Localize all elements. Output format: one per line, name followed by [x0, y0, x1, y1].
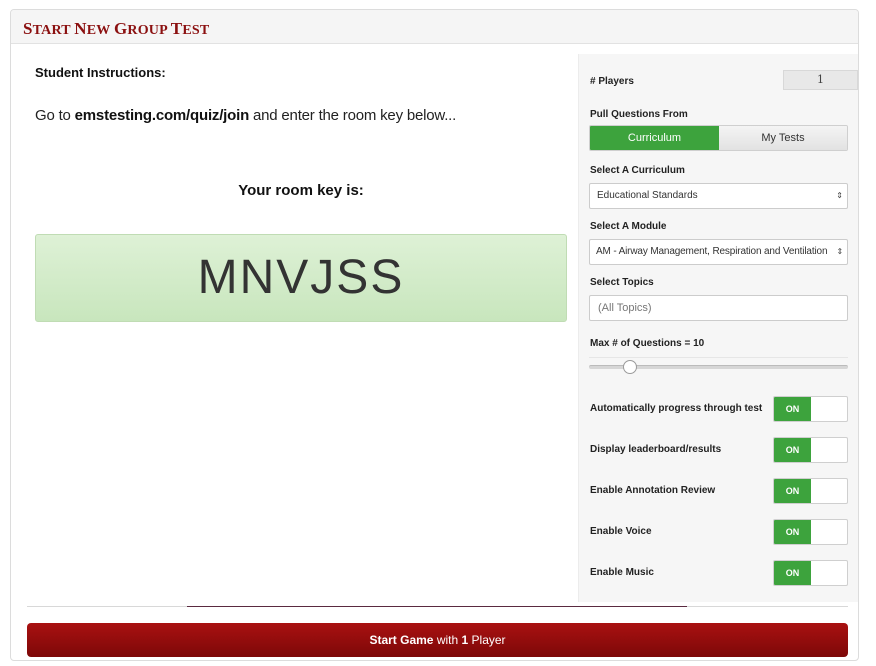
toggle-annotation[interactable]: ON: [773, 478, 848, 504]
toggle-on-indicator: ON: [774, 561, 811, 585]
players-count-input[interactable]: 1: [783, 70, 858, 90]
curriculum-select[interactable]: Educational Standards ⇕: [589, 183, 848, 209]
start-mid: with: [433, 633, 462, 647]
divider-accent: [187, 606, 687, 607]
footer-divider: [27, 606, 848, 607]
instructions-text: Go to emstesting.com/quiz/join and enter…: [35, 107, 457, 124]
module-selected-value: AM - Airway Management, Respiration and …: [596, 246, 828, 257]
toggle-on-indicator: ON: [774, 520, 811, 544]
instructions-section: Student Instructions: Go to emstesting.c…: [35, 65, 579, 322]
pull-option-curriculum[interactable]: Curriculum: [590, 126, 719, 150]
toggle-leaderboard[interactable]: ON: [773, 437, 848, 463]
toggle-voice[interactable]: ON: [773, 519, 848, 545]
module-select[interactable]: AM - Airway Management, Respiration and …: [589, 239, 848, 265]
max-questions-label: Max # of Questions = 10: [590, 338, 705, 349]
instructions-heading: Student Instructions:: [35, 65, 166, 80]
start-label: Start Game: [369, 633, 434, 647]
panel-header: START NEW GROUP TEST: [11, 10, 858, 44]
pull-questions-label: Pull Questions From: [590, 109, 688, 120]
toggle-music[interactable]: ON: [773, 560, 848, 586]
join-url: emstesting.com/quiz/join: [74, 107, 250, 124]
room-key-display: MNVJSS: [35, 234, 567, 322]
curriculum-label: Select A Curriculum: [590, 165, 685, 176]
toggle-auto-progress[interactable]: ON: [773, 396, 848, 422]
curriculum-selected-value: Educational Standards: [597, 190, 698, 201]
slider-handle[interactable]: [623, 360, 637, 374]
updown-arrow-icon: ⇕: [836, 191, 843, 200]
toggle-label-music: Enable Music: [590, 567, 654, 578]
module-label: Select A Module: [590, 221, 667, 232]
players-label: # Players: [590, 76, 634, 87]
toggle-on-indicator: ON: [774, 397, 811, 421]
updown-arrow-icon: ⇕: [835, 240, 843, 264]
group-test-panel: START NEW GROUP TEST Student Instruction…: [10, 9, 859, 661]
toggle-label-leaderboard: Display leaderboard/results: [590, 444, 722, 455]
toggle-on-indicator: ON: [774, 438, 811, 462]
page-title: START NEW GROUP TEST: [23, 19, 210, 38]
start-game-button[interactable]: Start Game with 1 Player: [27, 623, 848, 657]
start-tail: Player: [468, 633, 506, 647]
slider-rule: [589, 357, 848, 358]
toggle-label-voice: Enable Voice: [590, 526, 652, 537]
topics-label: Select Topics: [590, 277, 654, 288]
topics-input[interactable]: (All Topics): [589, 295, 848, 321]
room-key-label: Your room key is:: [238, 182, 364, 199]
pull-questions-toggle: Curriculum My Tests: [589, 125, 848, 151]
pull-option-my-tests[interactable]: My Tests: [719, 126, 847, 150]
toggle-label-auto-progress: Automatically progress through test: [590, 403, 763, 414]
settings-sidebar: # Players 1 Pull Questions From Curricul…: [578, 54, 858, 602]
toggle-label-annotation: Enable Annotation Review: [590, 485, 716, 496]
toggle-on-indicator: ON: [774, 479, 811, 503]
